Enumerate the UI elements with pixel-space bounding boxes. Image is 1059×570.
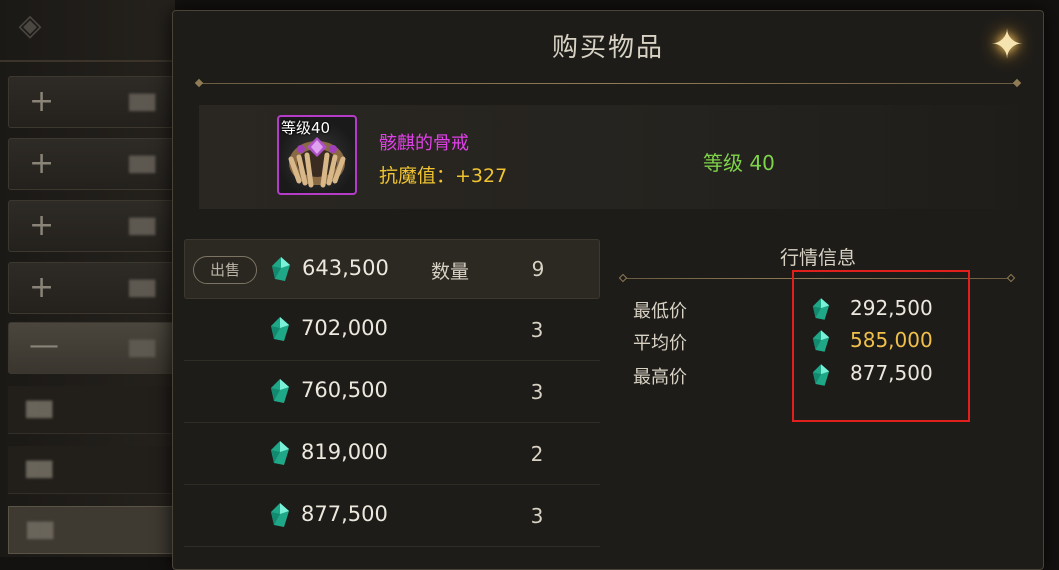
sidebar-subitem-3-active[interactable]: ▇▇ [8, 506, 188, 554]
item-level-value: 40 [749, 151, 775, 175]
listing-price: 819,000 [301, 440, 388, 464]
plus-icon: + [29, 146, 55, 181]
sidebar-category-1[interactable]: + ▇▇ [8, 76, 188, 128]
blurred-label: ▇▇ [26, 399, 53, 419]
gem-icon [271, 503, 289, 527]
sidebar-category-2[interactable]: + ▇▇ [8, 138, 188, 190]
blurred-label: ▇▇ [129, 216, 156, 236]
item-slot[interactable]: 等级40 [277, 115, 357, 195]
listing-table: 出售 643,500 数量 9 702,000 3 760,500 3 819,… [184, 239, 600, 547]
quantity-label: 数量 [431, 261, 470, 283]
blurred-label: ▇▇ [26, 459, 53, 479]
dialog-title: 购买物品 [551, 33, 664, 63]
gem-icon [271, 379, 289, 403]
listing-row[interactable]: 760,500 3 [184, 361, 600, 423]
item-info-panel: 等级40 骸麒的骨戒 抗魔值：+327 等级 40 [199, 105, 1017, 209]
sidebar-divider [0, 60, 175, 62]
listing-price: 643,500 [302, 256, 389, 280]
avg-price-label: 平均价 [633, 333, 687, 354]
highlight-annotation-box [792, 270, 970, 422]
listing-quantity: 9 [531, 257, 545, 281]
sidebar-subitem-1[interactable]: ▇▇ [8, 386, 188, 434]
gem-icon [272, 257, 290, 281]
sidebar-category-4[interactable]: + ▇▇ [8, 262, 188, 314]
ring-icon [288, 137, 346, 188]
item-slot-level: 等级40 [281, 119, 331, 137]
item-level-requirement: 等级 40 [703, 147, 775, 176]
plus-icon: + [29, 270, 55, 305]
gem-icon [271, 317, 289, 341]
market-info-title: 行情信息 [779, 247, 856, 269]
background-sidebar: ◈ + ▇▇ + ▇▇ + ▇▇ + ▇▇ — ▇▇ ▇▇ ▇▇ ▇▇ [0, 0, 188, 557]
listing-price: 702,000 [301, 316, 388, 340]
min-price-label: 最低价 [633, 301, 687, 322]
plus-icon: + [29, 208, 55, 243]
gem-icon [271, 441, 289, 465]
listing-row[interactable]: 出售 643,500 数量 9 [184, 239, 600, 299]
sparkle-close-icon[interactable]: ✦ [983, 21, 1031, 69]
listing-row[interactable]: 819,000 2 [184, 423, 600, 485]
item-stat-value: +327 [455, 165, 508, 187]
item-name: 骸麒的骨戒 [379, 133, 469, 154]
listing-price: 760,500 [301, 378, 388, 402]
blurred-label: ▇▇ [129, 154, 156, 174]
minus-icon: — [29, 328, 59, 363]
listing-price: 877,500 [301, 502, 388, 526]
sidebar-category-5-expanded[interactable]: — ▇▇ [8, 322, 188, 374]
listing-row[interactable]: 702,000 3 [184, 299, 600, 361]
listing-quantity: 3 [530, 318, 544, 342]
sidebar-category-3[interactable]: + ▇▇ [8, 200, 188, 252]
listing-row[interactable]: 877,500 3 [184, 485, 600, 547]
diamond-logo-icon: ◈ [18, 8, 42, 43]
listing-quantity: 2 [530, 442, 544, 466]
sidebar-subitem-2[interactable]: ▇▇ [8, 446, 188, 494]
blurred-label: ▇▇ [27, 520, 54, 540]
item-stat-label: 抗魔值： [379, 165, 456, 187]
item-stat: 抗魔值：+327 [379, 161, 507, 188]
item-level-label: 等级 [703, 151, 743, 175]
listing-quantity: 3 [530, 504, 544, 528]
blurred-label: ▇▇ [129, 278, 156, 298]
listing-quantity: 3 [530, 380, 544, 404]
max-price-label: 最高价 [633, 367, 687, 388]
title-divider [199, 83, 1017, 84]
sell-button[interactable]: 出售 [193, 256, 257, 284]
plus-icon: + [29, 84, 55, 119]
blurred-label: ▇▇ [129, 92, 156, 112]
blurred-label: ▇▇ [129, 338, 156, 358]
